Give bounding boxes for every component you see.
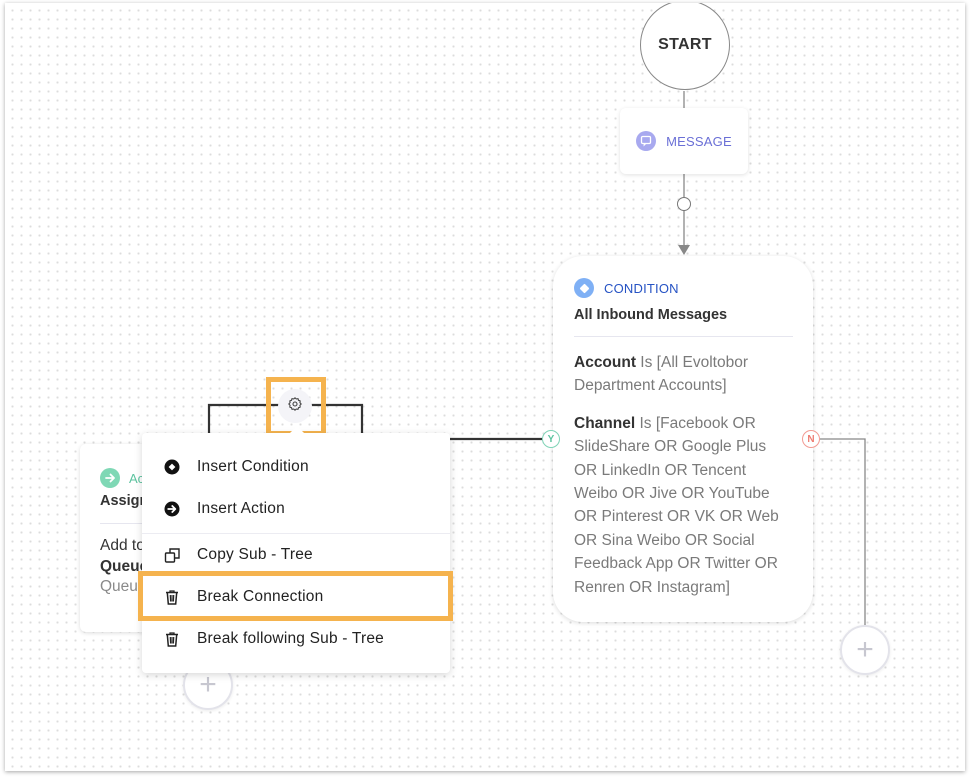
rule-field: Account xyxy=(574,354,636,371)
menu-item-label: Insert Action xyxy=(197,500,285,517)
rule-field: Channel xyxy=(574,414,636,432)
no-branch-badge[interactable]: N xyxy=(802,430,820,448)
context-menu: Insert Condition Insert Action Copy Sub … xyxy=(142,426,450,673)
start-label: START xyxy=(658,36,712,53)
condition-type-label: CONDITION xyxy=(604,280,679,296)
diamond-icon xyxy=(574,278,594,298)
menu-item-insert-condition[interactable]: Insert Condition xyxy=(142,447,450,487)
message-label: MESSAGE xyxy=(666,133,732,149)
condition-rule: Channel Is [Facebook OR SlideShare OR Go… xyxy=(574,412,793,599)
condition-rule: Account Is [All Evoltobor Department Acc… xyxy=(574,351,793,398)
arrow-right-circle-icon xyxy=(100,468,120,488)
no-badge-label: N xyxy=(807,433,815,445)
chat-bubble-icon xyxy=(636,131,657,151)
flow-canvas[interactable]: START MESSAGE CONDITION All Inbound Mess… xyxy=(5,3,965,771)
yes-badge-label: Y xyxy=(547,433,555,445)
start-node[interactable]: START xyxy=(640,3,730,90)
break-connection-highlight-box xyxy=(138,571,453,621)
message-node[interactable]: MESSAGE xyxy=(620,108,748,174)
menu-caret xyxy=(290,426,304,433)
yes-branch-badge[interactable]: Y xyxy=(542,430,560,448)
menu-item-insert-action[interactable]: Insert Action xyxy=(142,489,450,529)
menu-item-label: Break following Sub - Tree xyxy=(197,630,384,647)
connector-node[interactable] xyxy=(677,197,691,211)
menu-item-label: Insert Condition xyxy=(197,458,309,475)
menu-separator xyxy=(142,533,450,534)
rule-text: Is [Facebook OR SlideShare OR Google Plu… xyxy=(574,414,779,596)
menu-item-label: Copy Sub - Tree xyxy=(197,546,313,563)
condition-title: All Inbound Messages xyxy=(574,307,728,323)
condition-diamond-icon xyxy=(163,458,181,476)
add-node-button[interactable]: + xyxy=(840,625,890,675)
menu-item-copy-subtree[interactable]: Copy Sub - Tree xyxy=(142,535,450,575)
plus-icon: + xyxy=(199,668,217,701)
plus-icon: + xyxy=(856,633,874,666)
menu-item-break-following-subtree[interactable]: Break following Sub - Tree xyxy=(142,619,450,659)
condition-node[interactable]: CONDITION All Inbound Messages Account I… xyxy=(553,256,813,622)
action-arrow-icon xyxy=(163,500,181,518)
copy-icon xyxy=(163,546,181,564)
trash-icon xyxy=(163,630,181,648)
divider xyxy=(574,336,793,337)
